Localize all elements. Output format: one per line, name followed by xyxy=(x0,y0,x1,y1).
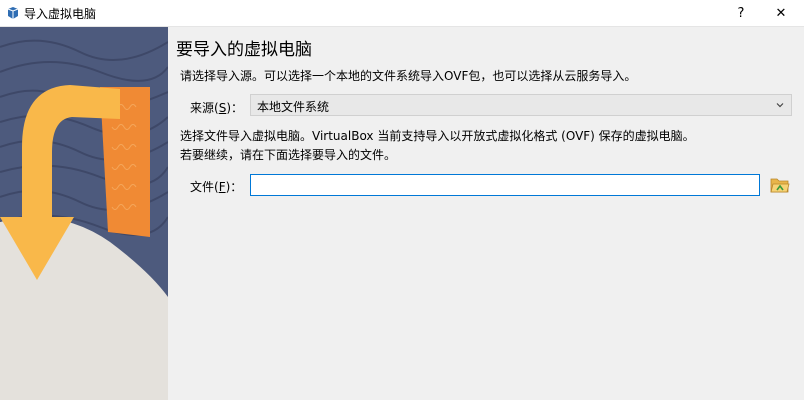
import-arrow-illustration xyxy=(0,27,168,400)
intro-text: 请选择导入源。可以选择一个本地的文件系统导入OVF包，也可以选择从云服务导入。 xyxy=(180,69,637,83)
choose-file-button[interactable] xyxy=(768,173,792,197)
file-label: 文件(F)： xyxy=(190,178,242,195)
file-description-line-2: 若要继续，请在下面选择要导入的文件。 xyxy=(180,148,397,162)
virtualbox-icon xyxy=(7,7,19,19)
source-label: 来源(S)： xyxy=(190,99,243,116)
wizard-page: 要导入的虚拟电脑 请选择导入源。可以选择一个本地的文件系统导入OVF包，也可以选… xyxy=(168,27,804,400)
page-title: 要导入的虚拟电脑 xyxy=(176,40,312,60)
file-label-suffix: )： xyxy=(225,180,243,194)
window-title: 导入虚拟电脑 xyxy=(24,7,97,21)
file-description-line-1: 选择文件导入虚拟电脑。VirtualBox 当前支持导入以开放式虚拟化格式 (O… xyxy=(180,129,695,143)
title-bar: 导入虚拟电脑 ? ✕ xyxy=(0,0,804,27)
wizard-side-artwork xyxy=(0,27,168,400)
source-select[interactable]: 本地文件系统 xyxy=(250,94,792,116)
folder-open-icon xyxy=(770,178,790,193)
chevron-down-icon xyxy=(776,103,784,108)
help-label: ? xyxy=(737,5,745,21)
source-select-value: 本地文件系统 xyxy=(257,100,330,114)
close-icon: ✕ xyxy=(775,5,787,21)
file-path-input[interactable] xyxy=(250,174,760,196)
import-appliance-window: 导入虚拟电脑 ? ✕ 要导入的虚拟电脑 请选择导入源。可以选择一个本地的文件系统… xyxy=(0,0,804,400)
file-label-accelerator: F xyxy=(218,180,226,194)
source-label-suffix: )： xyxy=(226,101,243,115)
close-button[interactable]: ✕ xyxy=(758,0,804,26)
file-description: 选择文件导入虚拟电脑。VirtualBox 当前支持导入以开放式虚拟化格式 (O… xyxy=(180,127,800,165)
source-label-prefix: 来源( xyxy=(190,101,219,115)
file-label-prefix: 文件( xyxy=(190,180,219,194)
